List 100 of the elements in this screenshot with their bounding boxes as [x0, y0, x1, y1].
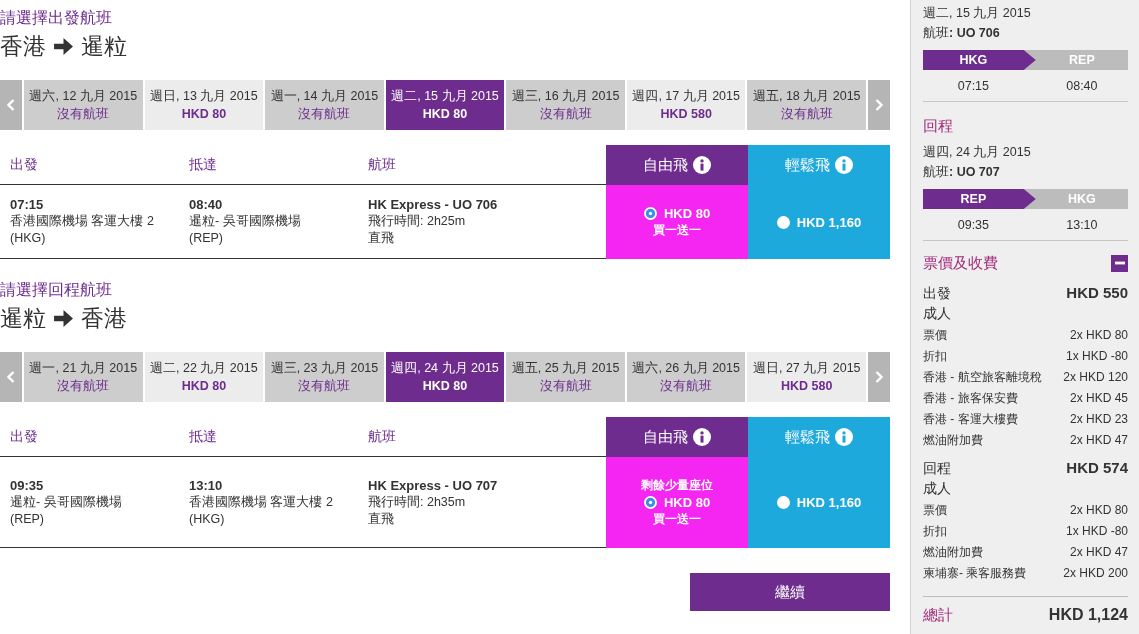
date-tab[interactable]: 週六, 26 九月 2015 沒有航班 [626, 352, 746, 402]
flight-number: HK Express - UO 706 [368, 196, 498, 213]
destination-city: 香港 [81, 303, 127, 333]
airport-code: (REP) [189, 230, 224, 247]
info-icon[interactable] [693, 156, 711, 174]
departure-time: 07:15 [10, 196, 44, 213]
departure-time: 09:35 [956, 217, 990, 234]
radio-button[interactable] [643, 496, 657, 509]
chevron-right-icon [875, 99, 884, 111]
charge-group-name: 回程 [923, 459, 951, 478]
arrow-right-icon [54, 37, 73, 55]
column-header: 出發 [0, 145, 179, 185]
fare-class-name: 自由飛 [643, 427, 688, 447]
charge-label: 折扣 [923, 523, 947, 540]
date-tab[interactable]: 週三, 16 九月 2015 沒有航班 [506, 80, 625, 130]
fare-price: HKD 1,160 [796, 213, 862, 231]
flight-duration: 飛行時間: 2h25m [368, 213, 466, 230]
departure-time: 07:15 [956, 78, 990, 95]
charge-label: 燃油附加費 [923, 432, 983, 449]
destination-city: 暹粒 [81, 31, 127, 61]
date-tab[interactable]: 週日, 27 九月 2015 HKD 580 [747, 352, 867, 402]
section-prompt: 請選擇回程航班 [0, 280, 112, 300]
date-tab[interactable]: 週日, 13 九月 2015 HKD 80 [144, 80, 264, 130]
fare-price: HKD 80 [663, 494, 711, 511]
charge-label: 柬埔寨- 乘客服務費 [923, 565, 1027, 582]
radio-button[interactable] [643, 207, 657, 220]
departure-time: 09:35 [10, 476, 44, 494]
next-dates-button[interactable] [868, 352, 891, 402]
date-tab[interactable]: 週一, 21 九月 2015 沒有航班 [24, 352, 143, 402]
seat-availability-note: 剩餘少量座位 [641, 477, 713, 494]
collapse-button[interactable] [1111, 254, 1128, 272]
total-label: 總計 [923, 605, 953, 625]
continue-button[interactable]: 繼續 [690, 573, 890, 611]
date-tab[interactable]: 週一, 14 九月 2015 沒有航班 [265, 80, 384, 130]
date-tab[interactable]: 週五, 18 九月 2015 沒有航班 [747, 80, 867, 130]
charge-amount: 2x HKD 45 [1069, 390, 1128, 407]
date-tab[interactable]: 週三, 23 九月 2015 沒有航班 [265, 352, 384, 402]
origin-city: 香港 [0, 31, 46, 61]
airport-name: 暹粒- 吳哥國際機場 [10, 493, 122, 511]
charge-label: 香港 - 航空旅客離境稅 [923, 369, 1042, 386]
radio-button[interactable] [776, 215, 790, 229]
charge-group-total: HKD 574 [1066, 458, 1128, 478]
charge-amount: 2x HKD 80 [1069, 327, 1128, 344]
charge-group-total: HKD 550 [1066, 283, 1128, 303]
airport-name: 香港國際機場 客運大樓 2 [10, 213, 154, 230]
fare-class-name: 自由飛 [643, 155, 688, 175]
previous-dates-button[interactable] [0, 352, 22, 402]
info-icon[interactable] [693, 428, 711, 446]
charges-title: 票價及收費 [923, 253, 998, 273]
chevron-right-icon [875, 371, 884, 383]
charge-amount: 2x HKD 200 [1063, 565, 1128, 582]
route-origin-code: HKG [923, 50, 1036, 70]
fare-price: HKD 80 [663, 205, 711, 222]
charge-label: 燃油附加費 [923, 544, 983, 561]
charge-amount: 2x HKD 80 [1069, 502, 1128, 519]
airport-name: 暹粒- 吳哥國際機場 [189, 213, 301, 230]
radio-button[interactable] [776, 496, 790, 509]
flight-duration: 飛行時間: 2h35m [368, 493, 466, 511]
next-dates-button[interactable] [868, 80, 891, 130]
charge-amount: 2x HKD 23 [1069, 411, 1128, 428]
total-amount: HKD 1,124 [1048, 605, 1128, 625]
route-origin-code: REP [923, 189, 1036, 209]
previous-dates-button[interactable] [0, 80, 22, 130]
route-destination-code: REP [1068, 52, 1096, 69]
trip-flight-number: 航班: UO 707 [923, 164, 1000, 181]
airport-code: (REP) [10, 510, 45, 528]
date-tab[interactable]: 週五, 25 九月 2015 沒有航班 [506, 352, 625, 402]
charge-label: 折扣 [923, 348, 947, 365]
charge-label: 票價 [923, 502, 947, 519]
passenger-type: 成人 [923, 305, 951, 323]
arrival-time: 08:40 [1065, 78, 1099, 95]
flight-stops: 直飛 [368, 230, 394, 247]
fare-promo: 買一送一 [653, 222, 701, 239]
origin-city: 暹粒 [0, 303, 46, 333]
fare-promo: 買一送一 [653, 511, 701, 528]
arrival-time: 08:40 [189, 196, 223, 213]
charge-amount: 2x HKD 120 [1063, 369, 1128, 386]
trip-date: 週二, 15 九月 2015 [923, 5, 1031, 22]
date-tab[interactable]: 週六, 12 九月 2015 沒有航班 [24, 80, 143, 130]
airport-code: (HKG) [10, 230, 46, 247]
charge-group-name: 出發 [923, 284, 951, 303]
route-destination-code: HKG [1067, 191, 1097, 208]
charge-label: 香港 - 客運大樓費 [923, 411, 1018, 428]
column-header: 出發 [0, 417, 179, 457]
chevron-left-icon [7, 99, 15, 111]
date-tab[interactable]: 週二, 22 九月 2015 HKD 80 [144, 352, 264, 402]
fare-class-name: 輕鬆飛 [785, 427, 830, 447]
flight-number: HK Express - UO 707 [368, 476, 498, 494]
chevron-left-icon [7, 371, 15, 383]
fare-class-name: 輕鬆飛 [785, 155, 830, 175]
charge-amount: 2x HKD 47 [1069, 544, 1128, 561]
arrival-time: 13:10 [189, 476, 223, 494]
date-tab[interactable]: 週四, 24 九月 2015 HKD 80 [385, 352, 505, 402]
column-header: 抵達 [179, 417, 358, 457]
charge-label: 香港 - 旅客保安費 [923, 390, 1018, 407]
trip-date: 週四, 24 九月 2015 [923, 144, 1031, 161]
date-tab[interactable]: 週四, 17 九月 2015 HKD 580 [626, 80, 746, 130]
arrival-time: 13:10 [1065, 217, 1099, 234]
passenger-type: 成人 [923, 480, 951, 498]
charge-amount: 1x HKD -80 [1065, 348, 1128, 365]
